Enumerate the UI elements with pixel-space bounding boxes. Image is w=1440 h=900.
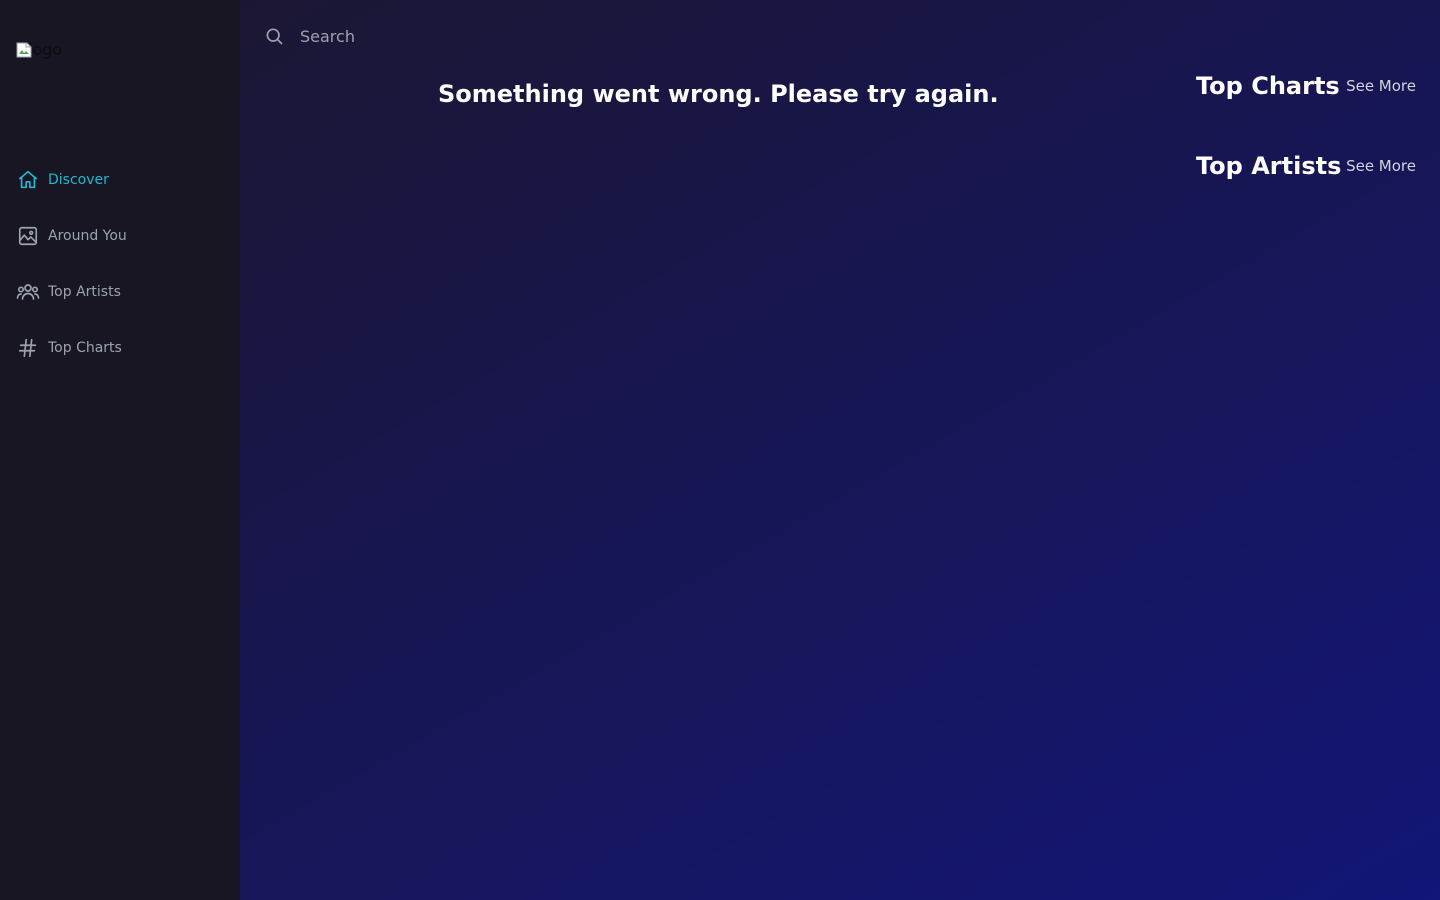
sidebar-item-around-you[interactable]: Around You xyxy=(16,224,127,248)
sidebar-nav: Discover Around You Top Artists Top Char… xyxy=(16,168,127,392)
sidebar-item-top-charts[interactable]: Top Charts xyxy=(16,336,127,360)
sidebar-item-label: Top Artists xyxy=(48,284,121,300)
sidebar-item-discover[interactable]: Discover xyxy=(16,168,127,192)
sidebar-item-label: Around You xyxy=(48,228,127,244)
top-charts-section: Top Charts See More xyxy=(1196,72,1416,100)
app-root: logo Discover Around You Top Artists Top… xyxy=(0,0,1440,900)
top-artists-section: Top Artists See More xyxy=(1196,152,1416,180)
sidebar-item-label: Top Charts xyxy=(48,340,122,356)
broken-image-icon xyxy=(16,42,32,58)
search-bar xyxy=(264,16,1124,56)
sidebar-item-top-artists[interactable]: Top Artists xyxy=(16,280,127,304)
error-message: Something went wrong. Please try again. xyxy=(438,80,999,108)
logo-alt-text: logo xyxy=(28,40,63,59)
search-input[interactable] xyxy=(300,16,1100,56)
top-charts-see-more-link[interactable]: See More xyxy=(1346,77,1416,95)
logo[interactable]: logo xyxy=(16,40,62,59)
image-icon xyxy=(16,224,40,248)
top-artists-see-more-link[interactable]: See More xyxy=(1346,157,1416,175)
user-group-icon xyxy=(16,280,40,304)
search-icon xyxy=(264,26,284,46)
home-icon xyxy=(16,168,40,192)
top-artists-heading: Top Artists xyxy=(1196,152,1342,180)
sidebar-item-label: Discover xyxy=(48,172,109,188)
hashtag-icon xyxy=(16,336,40,360)
sidebar: logo Discover Around You Top Artists Top… xyxy=(0,0,240,900)
main-content: Something went wrong. Please try again. … xyxy=(240,0,1440,900)
top-charts-heading: Top Charts xyxy=(1196,72,1340,100)
